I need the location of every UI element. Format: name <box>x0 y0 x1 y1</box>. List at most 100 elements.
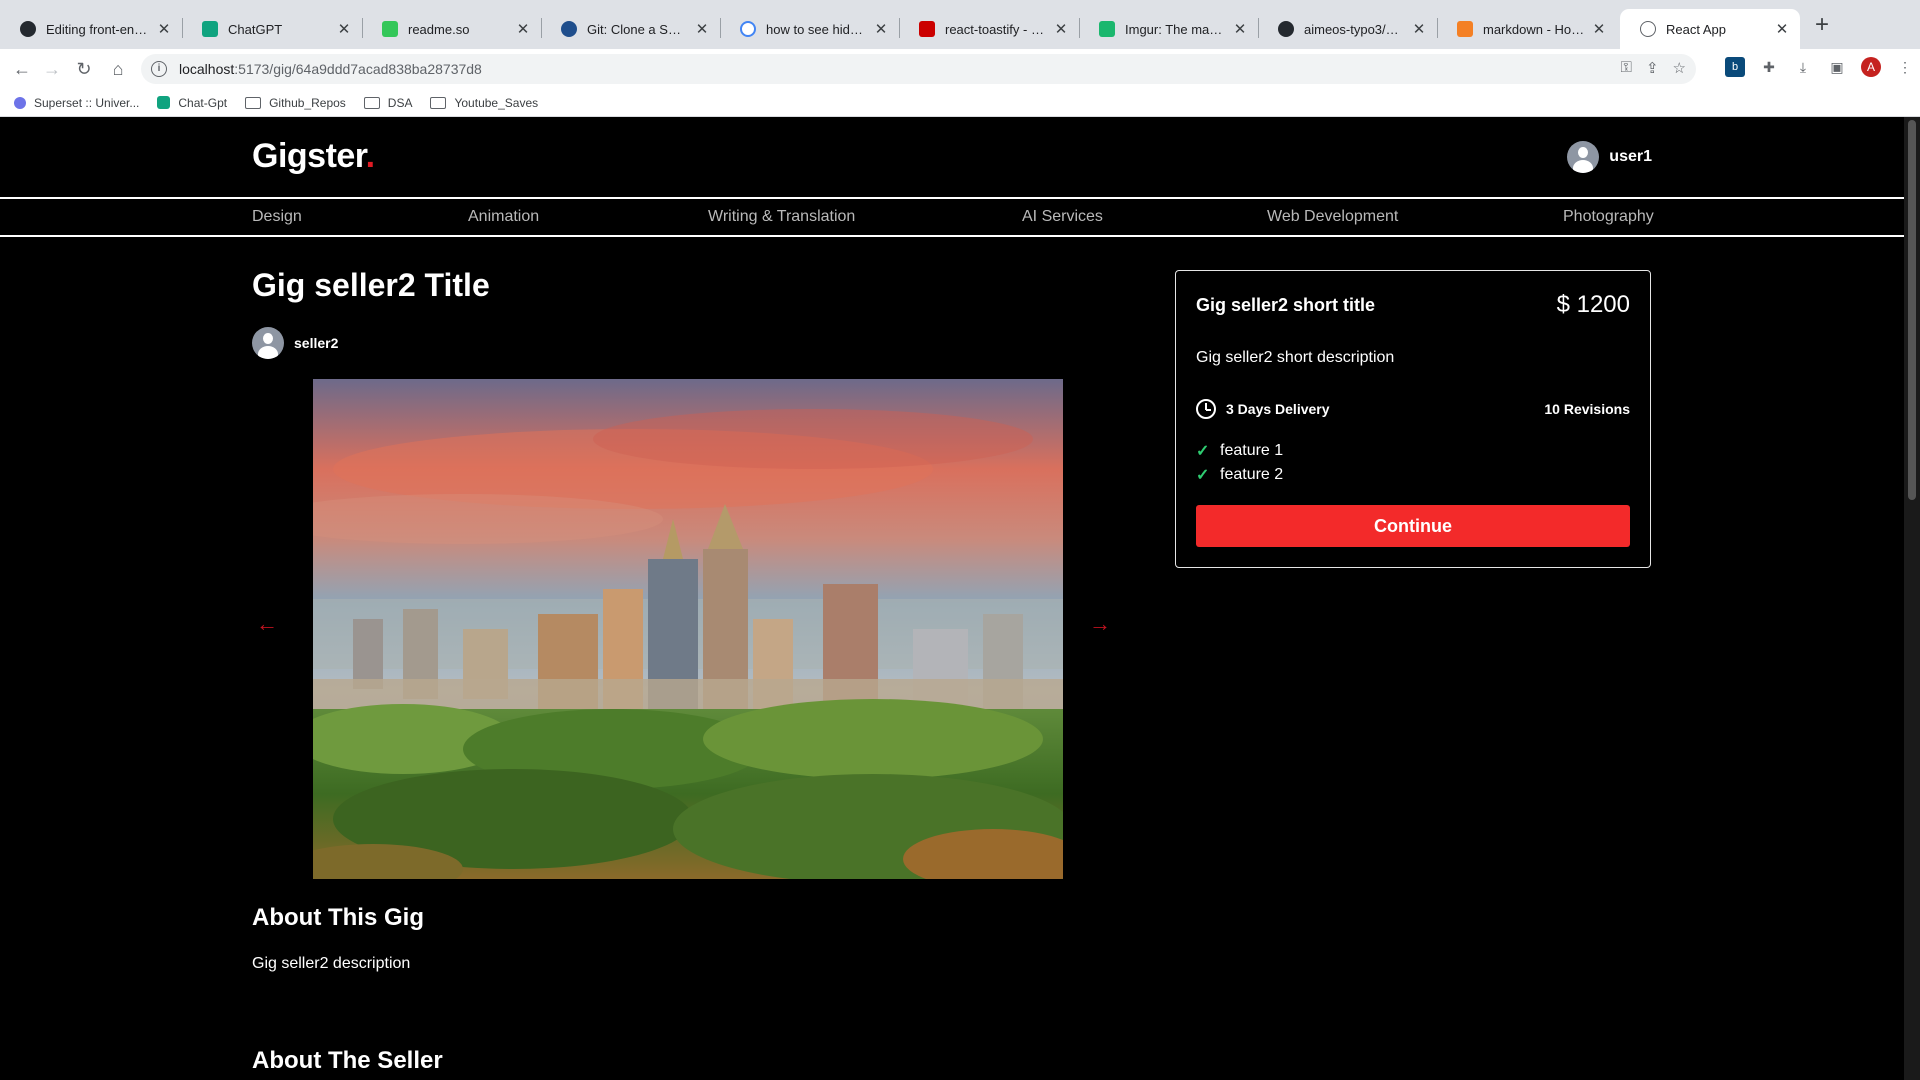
share-icon[interactable]: ⇪ <box>1646 59 1659 77</box>
reload-icon[interactable]: ↻ <box>70 55 98 83</box>
browser-tab[interactable]: how to see hidden f ✕ <box>720 9 899 49</box>
category-design[interactable]: Design <box>252 208 302 226</box>
git-icon <box>561 21 577 37</box>
key-icon[interactable]: ⚿ <box>1621 59 1632 77</box>
site-logo[interactable]: Gigster. <box>252 137 375 176</box>
card-price: $ 1200 <box>1556 291 1630 318</box>
chatgpt-icon <box>202 21 218 37</box>
url-path: :5173/gig/64a9ddd7acad838ba28737d8 <box>234 61 482 77</box>
bookmark-folder[interactable]: Youtube_Saves <box>430 96 538 110</box>
home-icon[interactable]: ⌂ <box>104 55 132 83</box>
folder-icon <box>363 96 380 109</box>
folder-icon <box>245 96 262 109</box>
feature-label: feature 1 <box>1220 442 1284 459</box>
close-icon[interactable]: ✕ <box>1591 20 1607 38</box>
prev-arrow-icon[interactable]: ← <box>252 611 282 637</box>
side-panel-icon[interactable]: ▣ <box>1827 57 1847 77</box>
browser-tab[interactable]: Editing front-end-a ✕ <box>0 9 182 49</box>
browser-tab[interactable]: react-toastify - npm ✕ <box>899 9 1079 49</box>
page-scrollbar[interactable] <box>1904 117 1920 1080</box>
browser-tab-active[interactable]: React App ✕ <box>1620 9 1800 49</box>
delivery-info: 3 Days Delivery <box>1196 399 1330 419</box>
superset-icon <box>14 96 26 109</box>
url-host: localhost <box>179 61 235 77</box>
browser-tab[interactable]: markdown - How to ✕ <box>1437 9 1617 49</box>
avatar[interactable] <box>1567 141 1600 173</box>
close-icon[interactable]: ✕ <box>694 20 710 38</box>
category-photography[interactable]: Photography <box>1563 208 1654 226</box>
close-icon[interactable]: ✕ <box>515 20 531 38</box>
browser-tab[interactable]: Git: Clone a Specific ✕ <box>541 9 720 49</box>
continue-button[interactable]: Continue <box>1196 505 1630 547</box>
close-icon[interactable]: ✕ <box>1411 20 1427 38</box>
bookmark-label: Superset :: Univer... <box>34 95 140 110</box>
seller-avatar[interactable] <box>252 327 284 359</box>
bookmark-folder[interactable]: Github_Repos <box>245 96 346 110</box>
username[interactable]: user1 <box>1609 148 1652 166</box>
readme-icon <box>382 21 398 37</box>
browser-tab[interactable]: ChatGPT ✕ <box>182 9 362 49</box>
close-icon[interactable]: ✕ <box>156 20 172 38</box>
github-icon <box>20 21 36 37</box>
browser-tab[interactable]: aimeos-typo3/REA ✕ <box>1258 9 1437 49</box>
npm-icon <box>919 21 935 37</box>
puzzle-icon[interactable]: ✚ <box>1759 57 1779 77</box>
clock-icon <box>1196 399 1216 419</box>
bookmark-label: Github_Repos <box>269 95 346 110</box>
download-icon[interactable]: ⤓ <box>1793 57 1813 77</box>
site-info-icon[interactable]: i <box>151 61 167 77</box>
site-header: Gigster. user1 <box>0 117 1904 197</box>
feature-list: ✓ feature 1 ✓ feature 2 <box>1196 439 1630 487</box>
extension-icon[interactable]: b <box>1725 57 1745 77</box>
seller-info[interactable]: seller2 <box>252 327 338 359</box>
pricing-card: Gig seller2 short title $ 1200 Gig selle… <box>1175 270 1651 568</box>
feature-label: feature 2 <box>1220 466 1284 483</box>
card-title: Gig seller2 short title <box>1196 294 1376 315</box>
scrollbar-thumb[interactable] <box>1908 120 1916 500</box>
close-icon[interactable]: ✕ <box>873 20 889 38</box>
bookmark-label: Youtube_Saves <box>454 95 539 110</box>
bookmark-label: DSA <box>387 95 413 110</box>
gig-title: Gig seller2 Title <box>252 267 490 303</box>
bookmark-item[interactable]: Chat-Gpt <box>157 96 227 110</box>
menu-dots-icon[interactable]: ⋮ <box>1895 57 1915 77</box>
profile-avatar[interactable]: A <box>1861 57 1881 77</box>
category-ai-services[interactable]: AI Services <box>1022 208 1103 226</box>
check-icon: ✓ <box>1196 443 1210 460</box>
user-menu[interactable]: user1 <box>1567 141 1652 173</box>
forward-arrow-icon[interactable]: → <box>38 55 66 83</box>
bookmark-star-icon[interactable]: ☆ <box>1673 59 1686 77</box>
next-arrow-icon[interactable]: → <box>1085 611 1115 637</box>
close-icon[interactable]: ✕ <box>1774 20 1790 38</box>
bookmark-folder[interactable]: DSA <box>363 95 413 110</box>
url-text[interactable]: localhost:5173/gig/64a9ddd7acad838ba2873… <box>179 61 482 77</box>
tab-title: react-toastify - npm <box>945 21 1047 37</box>
city-skyline-image <box>313 379 1063 879</box>
close-icon[interactable]: ✕ <box>1232 20 1248 38</box>
revisions-text: 10 Revisions <box>1544 401 1630 417</box>
tab-title: ChatGPT <box>228 21 283 37</box>
google-icon <box>740 21 756 37</box>
logo-dot: . <box>365 137 375 175</box>
seller-name[interactable]: seller2 <box>294 335 338 351</box>
new-tab-button[interactable]: + <box>1808 12 1836 40</box>
page-content: Gigster. user1 Design Animation Writing … <box>0 117 1904 1080</box>
bookmark-item[interactable]: Superset :: Univer... <box>14 96 139 110</box>
browser-tab[interactable]: Imgur: The magic of ✕ <box>1079 9 1258 49</box>
close-icon[interactable]: ✕ <box>1053 20 1069 38</box>
address-bar[interactable]: i localhost:5173/gig/64a9ddd7acad838ba28… <box>141 54 1696 84</box>
category-web-development[interactable]: Web Development <box>1267 208 1398 226</box>
globe-icon <box>1640 21 1656 37</box>
back-arrow-icon[interactable]: ← <box>8 55 36 83</box>
category-nav: Design Animation Writing & Translation A… <box>0 197 1904 237</box>
category-writing-translation[interactable]: Writing & Translation <box>708 208 855 226</box>
tab-title: markdown - How to <box>1483 21 1585 37</box>
logo-text: Gigster <box>252 137 366 175</box>
tab-title: Imgur: The magic of <box>1125 21 1226 37</box>
close-icon[interactable]: ✕ <box>336 20 352 38</box>
browser-tab[interactable]: readme.so ✕ <box>362 9 541 49</box>
about-gig-heading: About This Gig <box>252 904 424 931</box>
image-slider: ← → <box>252 379 1117 879</box>
category-animation[interactable]: Animation <box>468 208 539 226</box>
chatgpt-icon <box>157 96 171 109</box>
